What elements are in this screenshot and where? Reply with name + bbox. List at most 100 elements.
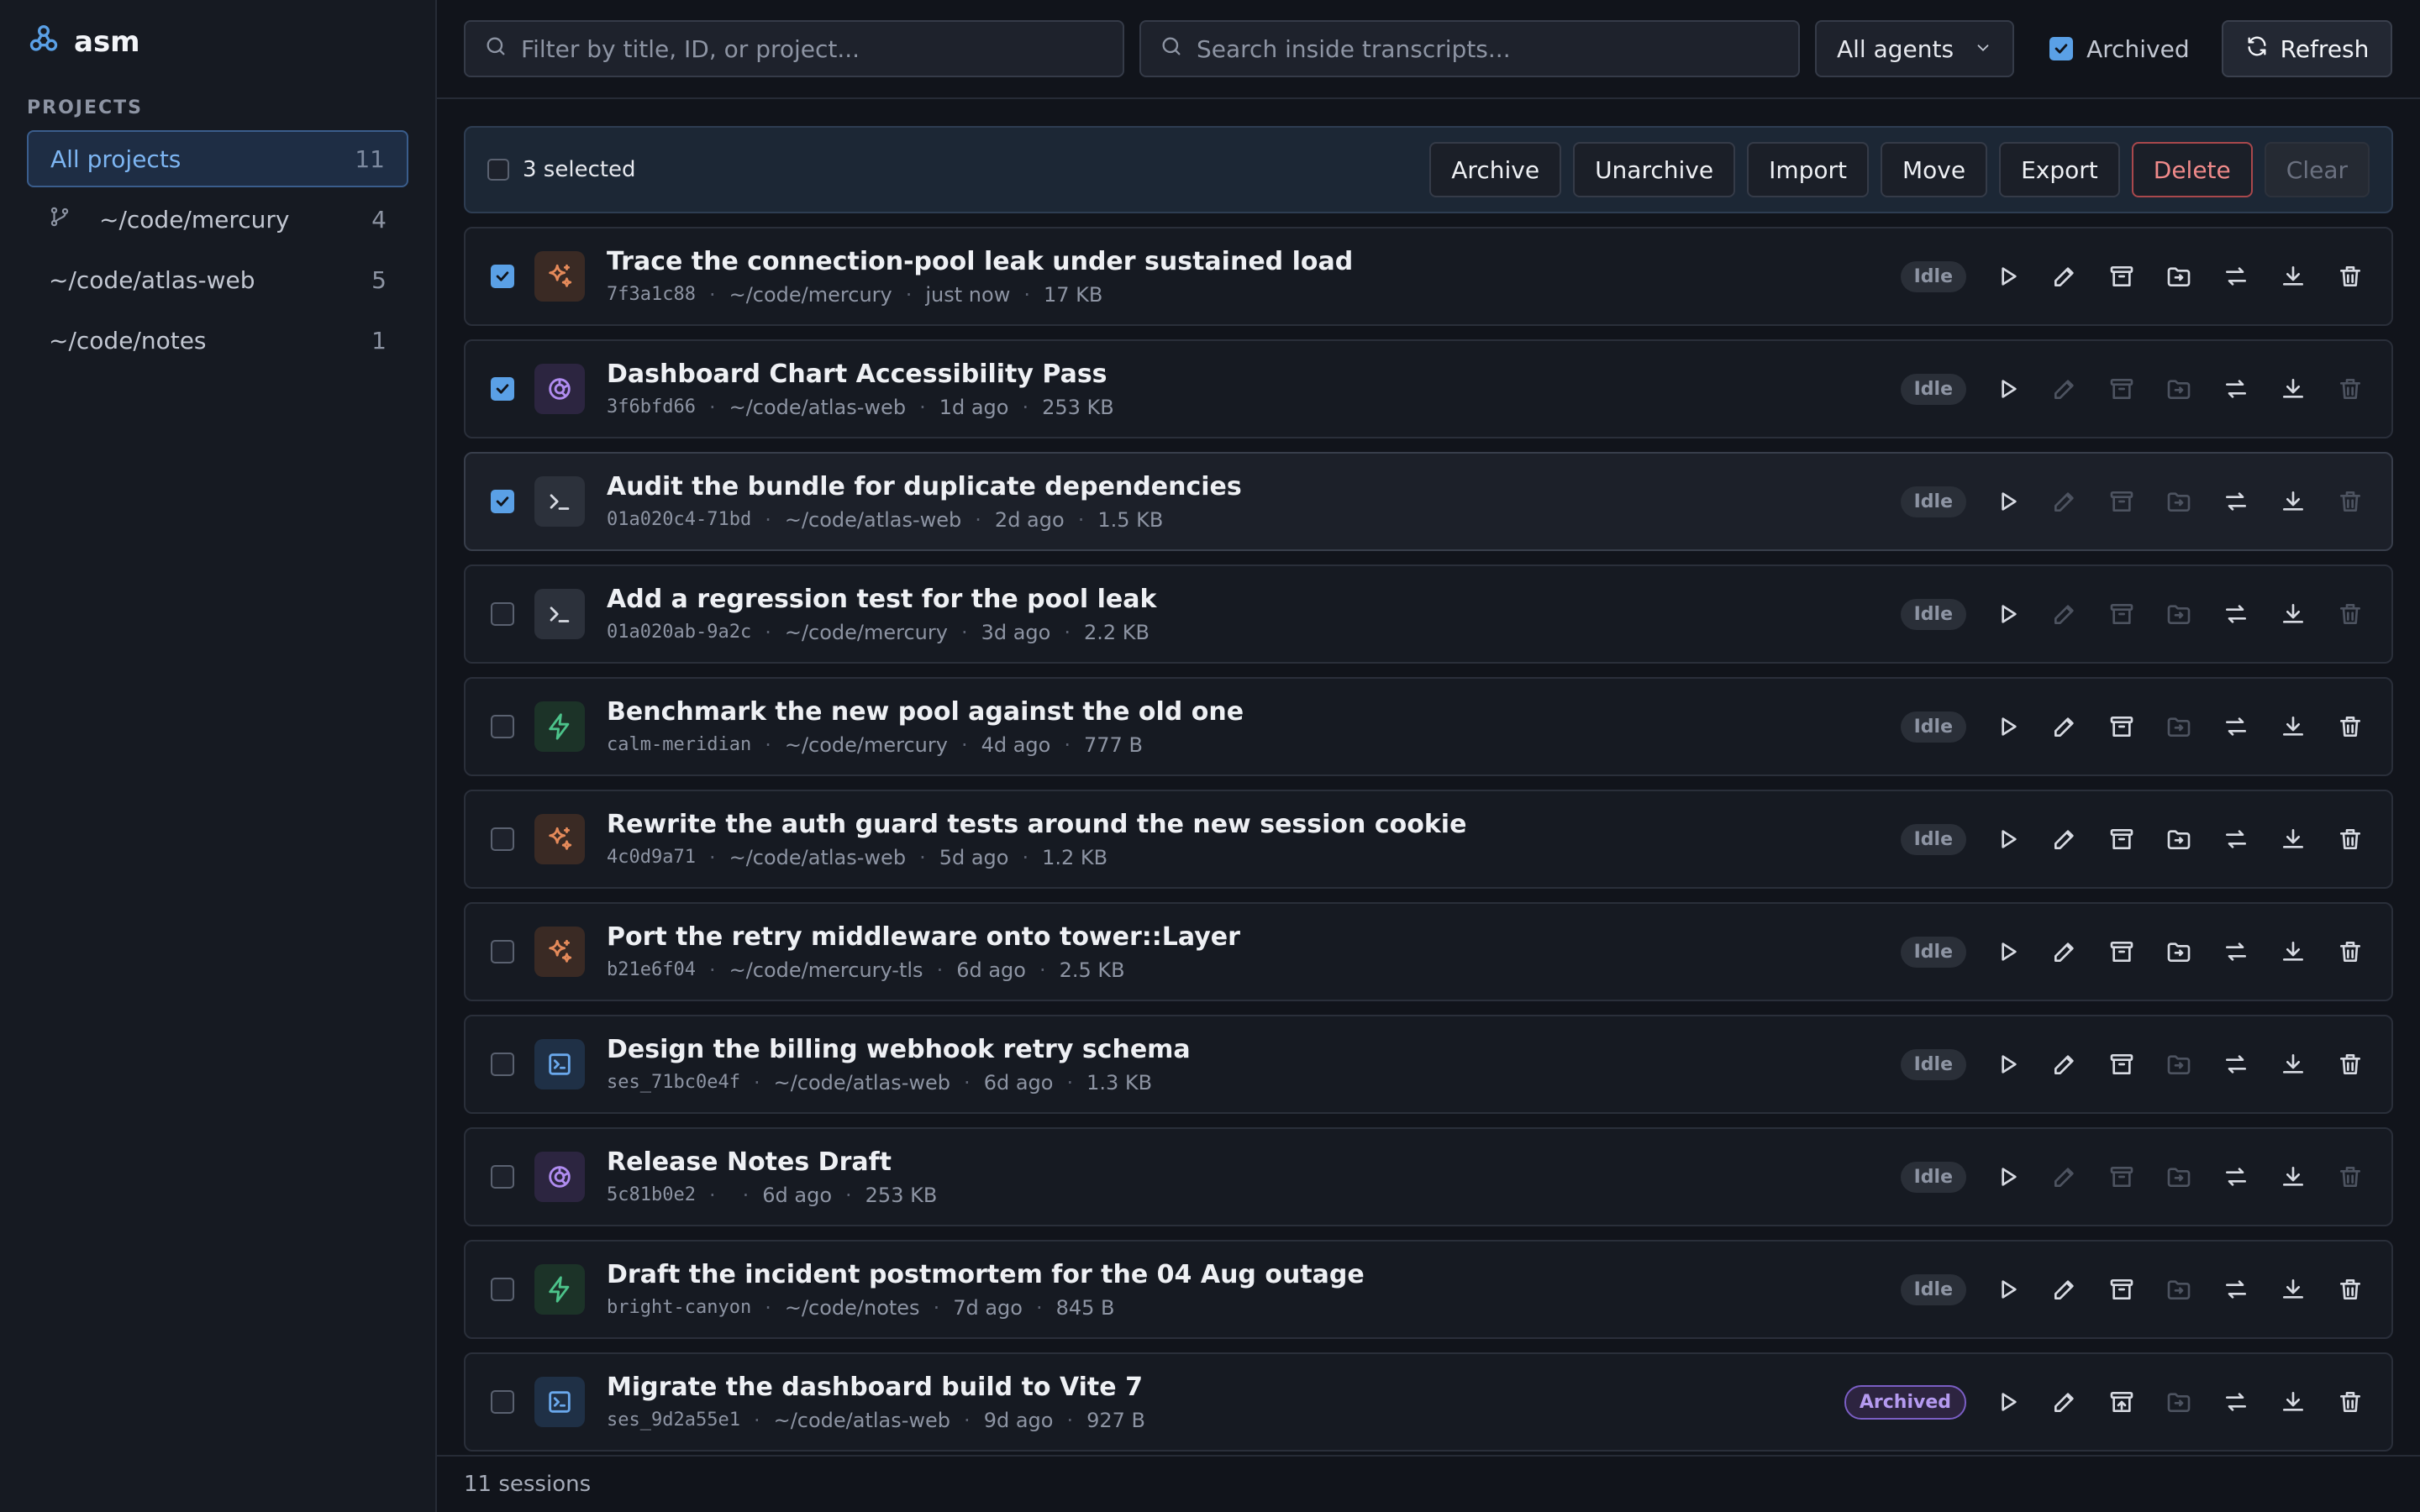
row-checkbox[interactable] [491, 1165, 514, 1189]
move-icon[interactable] [2163, 260, 2195, 292]
sidebar-item-notes[interactable]: ~/code/notes 1 [27, 312, 408, 369]
sidebar-item-all-projects[interactable]: All projects 11 [27, 130, 408, 187]
resume-icon[interactable] [1991, 598, 2023, 630]
session-row[interactable]: Audit the bundle for duplicate dependenc… [464, 452, 2393, 551]
export-icon[interactable] [2277, 486, 2309, 517]
export-icon[interactable] [2277, 598, 2309, 630]
export-button[interactable]: Export [1999, 142, 2120, 197]
session-row[interactable]: Trace the connection-pool leak under sus… [464, 227, 2393, 326]
export-icon[interactable] [2277, 936, 2309, 968]
trash-icon[interactable] [2334, 1386, 2366, 1418]
archive-icon[interactable] [2106, 711, 2138, 743]
export-icon[interactable] [2277, 1273, 2309, 1305]
archive-icon[interactable] [2106, 1386, 2138, 1418]
filter-input[interactable] [521, 34, 1104, 63]
session-row[interactable]: Rewrite the auth guard tests around the … [464, 790, 2393, 889]
resume-icon[interactable] [1991, 711, 2023, 743]
sidebar-item-atlas-web[interactable]: ~/code/atlas-web 5 [27, 251, 408, 308]
archive-icon[interactable] [2106, 260, 2138, 292]
move-icon[interactable] [2163, 1048, 2195, 1080]
archive-icon[interactable] [2106, 373, 2138, 405]
session-row[interactable]: Design the billing webhook retry schema … [464, 1015, 2393, 1114]
trash-icon[interactable] [2334, 711, 2366, 743]
resume-icon[interactable] [1991, 936, 2023, 968]
row-checkbox[interactable] [491, 265, 514, 288]
export-icon[interactable] [2277, 1386, 2309, 1418]
move-button[interactable]: Move [1881, 142, 1988, 197]
filter-field[interactable] [464, 20, 1124, 77]
move-icon[interactable] [2163, 598, 2195, 630]
convert-icon[interactable] [2220, 260, 2252, 292]
trash-icon[interactable] [2334, 1161, 2366, 1193]
resume-icon[interactable] [1991, 373, 2023, 405]
rename-icon[interactable] [2049, 823, 2081, 855]
archive-icon[interactable] [2106, 598, 2138, 630]
move-icon[interactable] [2163, 711, 2195, 743]
convert-icon[interactable] [2220, 598, 2252, 630]
export-icon[interactable] [2277, 373, 2309, 405]
move-icon[interactable] [2163, 1273, 2195, 1305]
convert-icon[interactable] [2220, 1161, 2252, 1193]
row-checkbox[interactable] [491, 827, 514, 851]
export-icon[interactable] [2277, 260, 2309, 292]
row-checkbox[interactable] [491, 490, 514, 513]
rename-icon[interactable] [2049, 936, 2081, 968]
resume-icon[interactable] [1991, 1273, 2023, 1305]
rename-icon[interactable] [2049, 711, 2081, 743]
archive-icon[interactable] [2106, 486, 2138, 517]
convert-icon[interactable] [2220, 936, 2252, 968]
unarchive-button[interactable]: Unarchive [1573, 142, 1736, 197]
archive-icon[interactable] [2106, 1048, 2138, 1080]
trash-icon[interactable] [2334, 936, 2366, 968]
archive-icon[interactable] [2106, 823, 2138, 855]
session-row[interactable]: Benchmark the new pool against the old o… [464, 677, 2393, 776]
trash-icon[interactable] [2334, 373, 2366, 405]
session-row[interactable]: Dashboard Chart Accessibility Pass 3f6bf… [464, 339, 2393, 438]
row-checkbox[interactable] [491, 1390, 514, 1414]
row-checkbox[interactable] [491, 1053, 514, 1076]
export-icon[interactable] [2277, 1048, 2309, 1080]
move-icon[interactable] [2163, 936, 2195, 968]
select-all-checkbox[interactable] [487, 159, 509, 181]
convert-icon[interactable] [2220, 823, 2252, 855]
session-row[interactable]: Release Notes Draft 5c81b0e2 · · 6d ago … [464, 1127, 2393, 1226]
convert-icon[interactable] [2220, 1273, 2252, 1305]
archived-checkbox[interactable] [2049, 37, 2074, 60]
session-row[interactable]: Migrate the dashboard build to Vite 7 se… [464, 1352, 2393, 1452]
archive-icon[interactable] [2106, 1273, 2138, 1305]
move-icon[interactable] [2163, 486, 2195, 517]
rename-icon[interactable] [2049, 373, 2081, 405]
archive-button[interactable]: Archive [1429, 142, 1562, 197]
delete-button[interactable]: Delete [2131, 142, 2253, 197]
rename-icon[interactable] [2049, 260, 2081, 292]
archived-toggle[interactable]: Archived [2049, 35, 2190, 63]
rename-icon[interactable] [2049, 1048, 2081, 1080]
agent-select[interactable]: All agents [1815, 20, 2015, 77]
rename-icon[interactable] [2049, 598, 2081, 630]
move-icon[interactable] [2163, 1386, 2195, 1418]
move-icon[interactable] [2163, 823, 2195, 855]
resume-icon[interactable] [1991, 486, 2023, 517]
convert-icon[interactable] [2220, 1386, 2252, 1418]
session-row[interactable]: Port the retry middleware onto tower::La… [464, 902, 2393, 1001]
export-icon[interactable] [2277, 823, 2309, 855]
resume-icon[interactable] [1991, 260, 2023, 292]
export-icon[interactable] [2277, 711, 2309, 743]
move-icon[interactable] [2163, 373, 2195, 405]
resume-icon[interactable] [1991, 1048, 2023, 1080]
row-checkbox[interactable] [491, 602, 514, 626]
trash-icon[interactable] [2334, 1048, 2366, 1080]
sidebar-item-mercury[interactable]: ~/code/mercury 4 [27, 191, 408, 248]
row-checkbox[interactable] [491, 1278, 514, 1301]
transcript-search-field[interactable] [1139, 20, 1800, 77]
transcript-search-input[interactable] [1197, 34, 1780, 63]
convert-icon[interactable] [2220, 1048, 2252, 1080]
archive-icon[interactable] [2106, 1161, 2138, 1193]
refresh-button[interactable]: Refresh [2221, 20, 2393, 77]
resume-icon[interactable] [1991, 1161, 2023, 1193]
resume-icon[interactable] [1991, 823, 2023, 855]
archive-icon[interactable] [2106, 936, 2138, 968]
rename-icon[interactable] [2049, 486, 2081, 517]
session-row[interactable]: Draft the incident postmortem for the 04… [464, 1240, 2393, 1339]
convert-icon[interactable] [2220, 486, 2252, 517]
